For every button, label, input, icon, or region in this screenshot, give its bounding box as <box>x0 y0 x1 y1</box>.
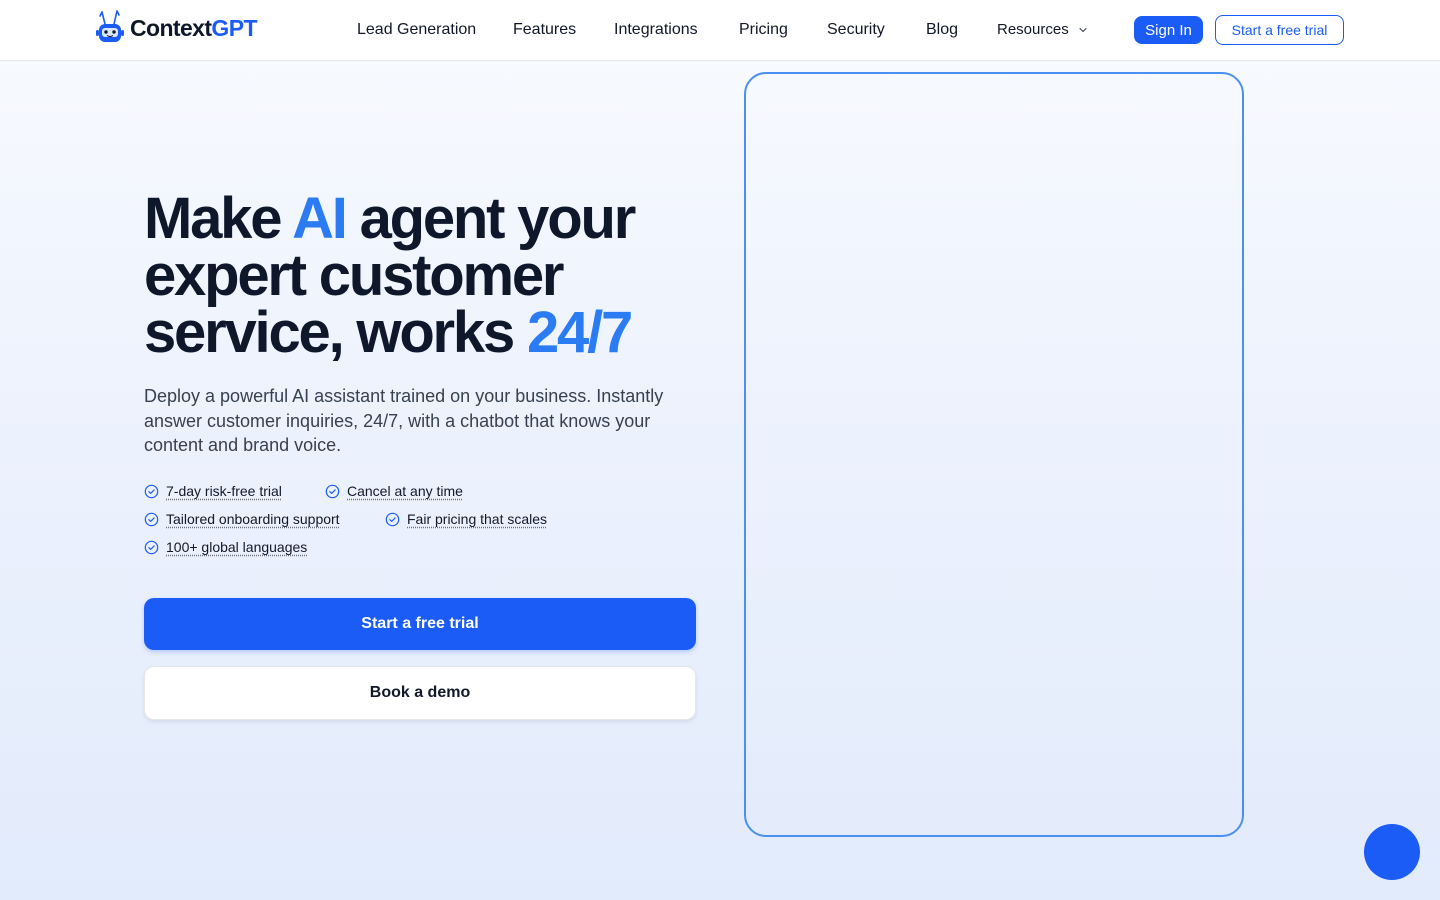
feature-item: Cancel at any time <box>325 483 463 499</box>
nav-item-features[interactable]: Features <box>513 20 576 40</box>
nav-item-security[interactable]: Security <box>827 20 885 40</box>
feature-item: 7-day risk-free trial <box>144 483 282 499</box>
start-free-trial-button[interactable]: Start a free trial <box>144 598 696 650</box>
site-header: ContextGPT Lead Generation Features Inte… <box>0 0 1440 61</box>
feature-label[interactable]: 7-day risk-free trial <box>166 483 282 499</box>
brand-name-accent: GPT <box>211 14 257 41</box>
robot-bunny-logo-icon <box>96 10 124 42</box>
nav-item-blog[interactable]: Blog <box>926 20 958 40</box>
chat-launcher-button[interactable] <box>1364 824 1420 880</box>
nav-item-resources-label: Resources <box>997 21 1069 38</box>
headline-highlight-247: 24/7 <box>526 300 633 365</box>
feature-label[interactable]: Tailored onboarding support <box>166 511 340 527</box>
check-circle-icon <box>144 512 159 526</box>
feature-item: Fair pricing that scales <box>385 511 547 527</box>
nav-item-pricing[interactable]: Pricing <box>739 20 788 40</box>
feature-label[interactable]: 100+ global languages <box>166 539 307 555</box>
headline-part-1: Make <box>144 186 293 251</box>
check-circle-icon <box>325 484 340 498</box>
check-circle-icon <box>385 512 400 526</box>
hero-subheadline: Deploy a powerful AI assistant trained o… <box>144 386 664 455</box>
logo-link[interactable]: ContextGPT <box>96 8 258 48</box>
feature-label[interactable]: Cancel at any time <box>347 483 463 499</box>
brand-name-main: Context <box>130 14 212 41</box>
feature-item: Tailored onboarding support <box>144 511 340 527</box>
feature-item: 100+ global languages <box>144 539 307 555</box>
nav-item-lead-generation[interactable]: Lead Generation <box>357 20 476 40</box>
brand-name: ContextGPT <box>130 14 258 42</box>
header-start-trial-button[interactable]: Start a free trial <box>1215 15 1344 45</box>
sign-in-button[interactable]: Sign In <box>1134 16 1203 44</box>
chevron-down-icon <box>1079 27 1087 33</box>
nav-item-integrations[interactable]: Integrations <box>614 20 698 40</box>
demo-chat-panel[interactable] <box>744 72 1244 837</box>
headline-highlight-ai: AI <box>292 186 348 251</box>
check-circle-icon <box>144 484 159 498</box>
nav-item-resources[interactable]: Resources <box>997 20 1087 40</box>
check-circle-icon <box>144 540 159 554</box>
hero-headline: Make AI agent your expert customer servi… <box>144 190 704 362</box>
book-demo-button[interactable]: Book a demo <box>144 666 696 720</box>
feature-label[interactable]: Fair pricing that scales <box>407 511 547 527</box>
